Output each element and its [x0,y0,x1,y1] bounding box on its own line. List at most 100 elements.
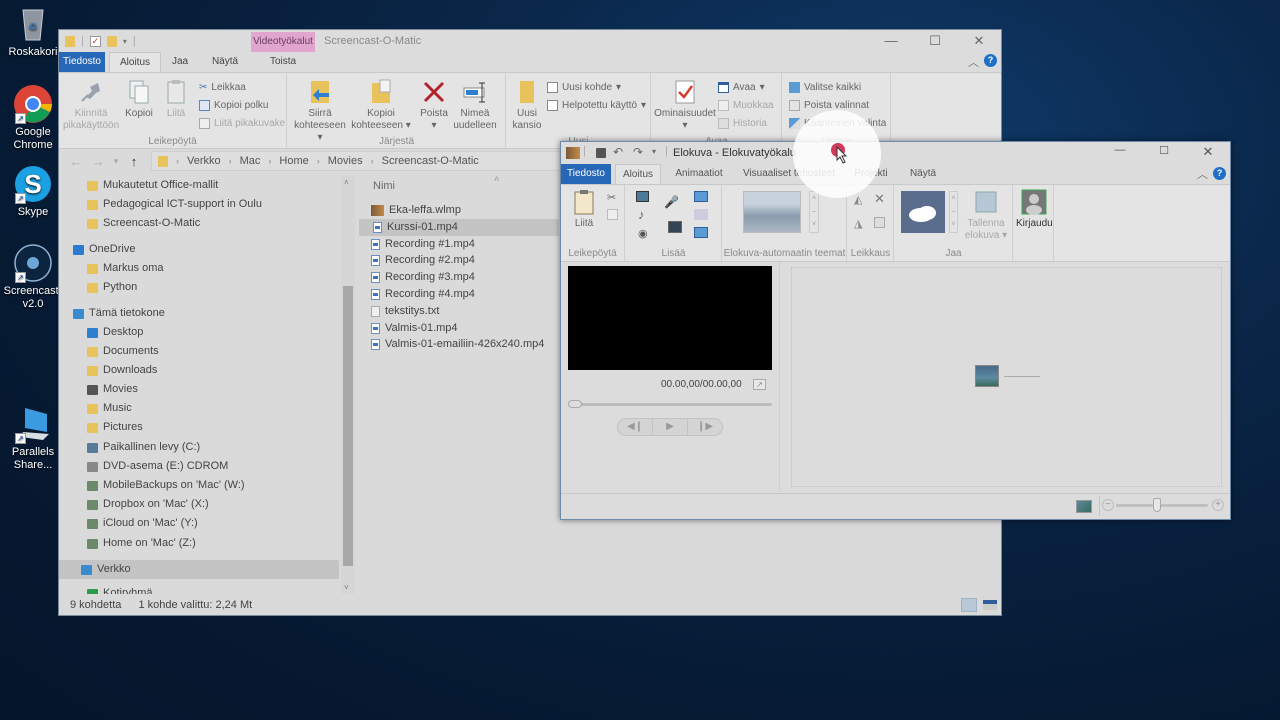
nav-item[interactable]: Verkko [59,560,339,579]
breadcrumb-item[interactable]: Verkko [187,155,221,167]
add-videos-photos-icon[interactable] [636,191,649,202]
details-view-button[interactable] [961,598,977,612]
properties-qat-icon[interactable]: ✓ [89,35,101,47]
zoom-out-button[interactable]: − [1102,499,1114,511]
file-item[interactable]: Recording #1.mp4 [371,236,571,253]
cut-button[interactable]: ✂ Leikkaa [199,79,246,95]
title-icon[interactable] [694,191,708,202]
file-item[interactable]: Recording #2.mp4 [371,252,571,269]
add-media-icon[interactable] [975,365,999,387]
splitter[interactable] [779,262,780,492]
nav-item[interactable]: iCloud on 'Mac' (Y:) [87,514,198,533]
desktop-icon-chrome[interactable]: ↗ Google Chrome [0,84,66,152]
paste-shortcut-button[interactable]: Liitä pikakuvake [199,115,285,131]
column-header-name[interactable]: Nimi [373,180,395,192]
storyboard-area[interactable] [791,267,1222,487]
file-item[interactable]: Recording #4.mp4 [371,286,571,303]
zoom-slider-thumb[interactable] [1153,498,1162,512]
fullscreen-preview-icon[interactable]: ↗ [753,379,766,390]
close-button[interactable]: ✕ [957,30,1001,52]
next-frame-button[interactable]: ❙▶ [688,419,722,435]
nav-item[interactable]: Mukautetut Office-mallit [87,176,218,195]
file-item[interactable]: Valmis-01.mp4 [371,320,571,337]
properties-button[interactable]: Ominaisuudet ▾ [654,79,716,132]
copy-path-button[interactable]: Kopioi polku [199,97,268,113]
nav-item[interactable]: MobileBackups on 'Mac' (W:) [87,476,245,495]
zoom-in-button[interactable]: + [1212,499,1224,511]
up-button[interactable]: ↑ [123,154,145,169]
mm-close-button[interactable]: ✕ [1186,144,1230,160]
nav-item[interactable]: Paikallinen levy (C:) [87,438,200,457]
mm-help-icon[interactable]: ? [1213,167,1226,180]
share-gallery-scroll[interactable]: ˄ – ˅ [949,191,958,233]
open-button[interactable]: Avaa ▾ [718,79,765,95]
file-item[interactable]: Recording #3.mp4 [371,269,571,286]
tab-file[interactable]: Tiedosto [59,52,105,72]
caption-icon[interactable] [694,209,708,220]
new-folder-button[interactable]: Uusi kansio [511,79,543,132]
zoom-slider[interactable] [1116,504,1208,507]
select-all-icon[interactable] [874,217,885,228]
breadcrumb-item[interactable]: Home [279,155,308,167]
nav-scrollbar[interactable]: ˄ ˅ [341,176,355,594]
nav-item[interactable]: Pictures [87,418,143,437]
mm-cut-icon[interactable]: ✂ [607,191,616,204]
nav-item[interactable]: Python [87,278,137,297]
qat-dropdown-icon[interactable]: ▾ [123,37,127,46]
mm-maximize-button[interactable]: ☐ [1142,144,1186,157]
file-item[interactable]: tekstitys.txt [371,303,571,320]
back-button[interactable]: ← [65,154,87,169]
record-narration-icon[interactable]: 🎤 [664,195,679,209]
nav-item[interactable]: Dropbox on 'Mac' (X:) [87,495,209,514]
seek-slider-thumb[interactable] [568,400,582,408]
nav-item[interactable]: DVD-asema (E:) CDROM [87,457,228,476]
mm-tab-view[interactable]: Näytä [905,164,941,184]
recent-locations-button[interactable]: ▾ [109,156,123,167]
desktop-icon-screencast[interactable]: ↗ Screencast-v2.0 [0,243,66,311]
nav-item[interactable]: Desktop [87,323,143,342]
mm-copy-icon[interactable] [607,209,618,220]
select-all-button[interactable]: Valitse kaikki [789,79,861,95]
large-icons-view-button[interactable] [983,600,997,610]
tab-view[interactable]: Näytä [205,52,245,72]
forward-button[interactable]: → [87,154,109,169]
nav-item[interactable]: Movies [87,380,138,399]
sign-in-button[interactable]: Kirjaudu [1016,189,1053,230]
webcam-icon[interactable]: ◉ [638,227,648,240]
seek-bar[interactable] [568,403,772,406]
save-movie-button[interactable]: Tallenna elokuva ▾ [963,189,1009,242]
automovie-theme-thumbnail[interactable] [743,191,801,233]
save-icon[interactable] [596,148,606,158]
snapshot-icon[interactable] [668,221,682,233]
thumbnail-size-icon[interactable] [1076,500,1092,513]
remove-icon[interactable]: ✕ [874,191,885,207]
tab-home[interactable]: Aloitus [109,52,161,72]
onedrive-share-icon[interactable] [901,191,945,233]
add-music-icon[interactable]: ♪ [638,207,645,222]
pin-quick-access-button[interactable]: Kiinnitä pikakäyttöön [63,79,119,132]
history-button[interactable]: Historia [718,115,767,131]
file-item[interactable]: Kurssi-01.mp4 [359,218,559,236]
new-folder-qat-icon[interactable] [106,35,117,47]
copy-button[interactable]: Kopioi [121,79,157,120]
mm-tab-home[interactable]: Aloitus [615,164,661,184]
breadcrumb-item[interactable]: Mac [240,155,261,167]
rename-button[interactable]: Nimeä uudelleen [452,79,498,132]
nav-item[interactable]: Documents [87,342,159,361]
edit-button[interactable]: Muokkaa [718,97,774,113]
previous-frame-button[interactable]: ◀❙ [618,419,653,435]
nav-item[interactable]: Kotiryhmä [87,584,153,594]
breadcrumb-item[interactable]: Movies [328,155,363,167]
paste-button[interactable]: Liitä [161,79,191,120]
delete-button[interactable]: Poista ▾ [418,79,450,132]
desktop-icon-recycle-bin[interactable]: ♻ Roskakori [0,4,66,59]
qat-dropdown-icon[interactable]: ▾ [652,147,656,156]
rotate-right-icon[interactable]: ◮ [854,217,862,230]
minimize-button[interactable]: — [869,30,913,52]
tab-share[interactable]: Jaa [165,52,195,72]
nav-item[interactable]: Music [87,399,132,418]
breadcrumb-item[interactable]: Screencast-O-Matic [382,155,479,167]
play-button[interactable]: ▶ [653,419,688,435]
copy-to-button[interactable]: Kopioi kohteeseen ▾ [350,79,412,132]
nav-item[interactable]: OneDrive [73,240,135,259]
